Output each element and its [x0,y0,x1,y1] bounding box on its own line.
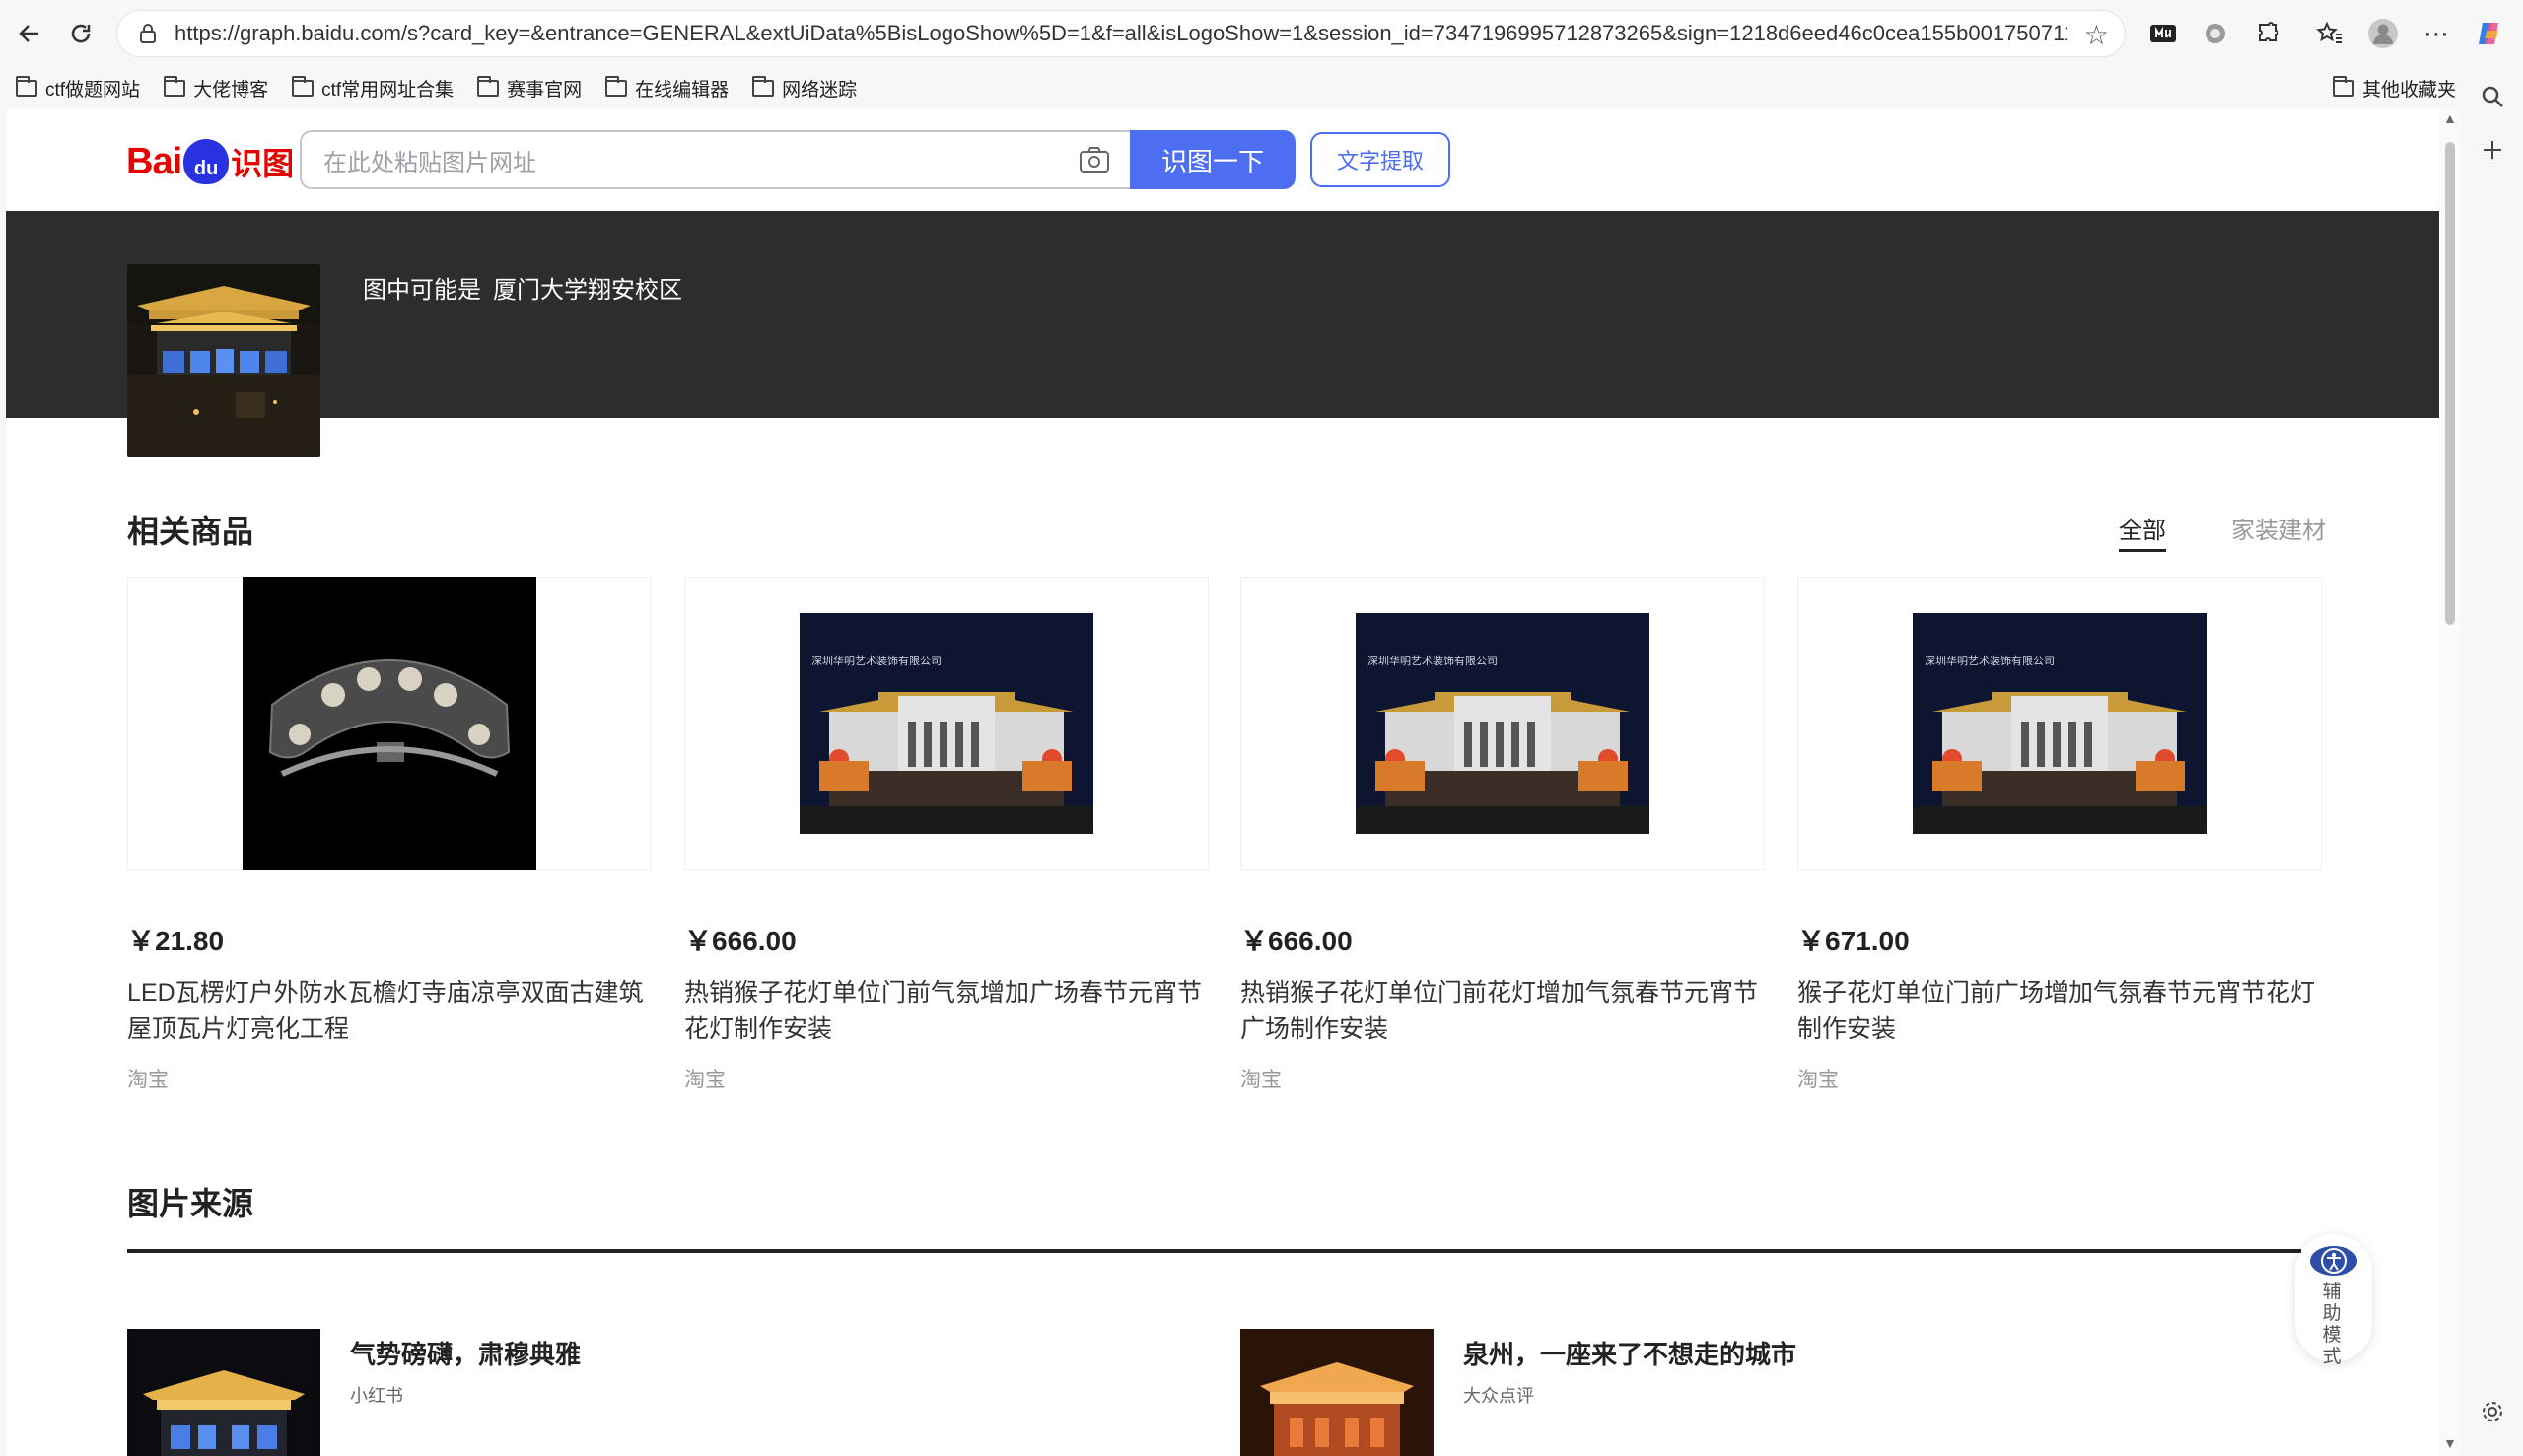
source-item[interactable]: 气势磅礴，肃穆典雅 小红书 [127,1329,1113,1456]
recognition-result: 图中可能是 厦门大学翔安校区 [363,270,682,305]
folder-icon [477,75,500,97]
text-extract-button[interactable]: 文字提取 [1310,132,1450,187]
search-image-button[interactable]: 识图一下 [1130,130,1296,189]
scroll-up-arrow-icon[interactable]: ▲ [2443,110,2457,126]
source-site: 小红书 [350,1386,403,1406]
source-site: 大众点评 [1463,1386,1534,1406]
product-card[interactable]: 深圳华明艺术装饰有限公司 ￥666.00 热销猴子花灯单位门前花灯增加气氛春节元… [1240,577,1765,1093]
source-thumbnail[interactable] [127,1329,320,1456]
folder-icon [2332,75,2354,97]
address-bar[interactable]: https://graph.baidu.com/s?card_key=&entr… [116,10,2126,57]
product-source: 淘宝 [127,1069,169,1091]
camera-icon[interactable] [1079,146,1110,173]
bookmark-folder[interactable]: 网络迷踪 [752,75,857,102]
profile-avatar-icon[interactable] [2365,16,2401,51]
add-icon[interactable] [2473,130,2512,170]
folder-icon [752,75,775,97]
page-viewport: Bai du 识图 在此处粘贴图片网址 识图一下 文字提取 图中可能是 厦门大学… [6,108,2461,1456]
section-divider [127,1249,2301,1253]
browser-toolbar: https://graph.baidu.com/s?card_key=&entr… [0,0,2523,67]
product-title[interactable]: 热销猴子花灯单位门前气氛增加广场春节元宵节花灯制作安装 [684,975,1209,1048]
source-thumbnail[interactable] [1240,1329,1434,1456]
product-source: 淘宝 [684,1069,726,1091]
extensions-puzzle-icon[interactable] [2251,16,2286,51]
source-title[interactable]: 泉州，一座来了不想走的城市 [1463,1335,1796,1371]
product-source: 淘宝 [1240,1069,1282,1091]
filter-tab-all[interactable]: 全部 [2119,511,2166,552]
related-products-title: 相关商品 [127,514,254,549]
source-item[interactable]: 泉州，一座来了不想走的城市 大众点评 [1240,1329,2226,1456]
product-card[interactable]: 深圳华明艺术装饰有限公司 ￥666.00 热销猴子花灯单位门前气氛增加广场春节元… [684,577,1209,1093]
reload-icon[interactable] [61,14,101,53]
image-sources-title: 图片来源 [127,1186,254,1221]
image-watermark: 深圳华明艺术装饰有限公司 [1367,654,1498,667]
image-watermark: 深圳华明艺术装饰有限公司 [811,654,942,667]
image-url-input[interactable]: 在此处粘贴图片网址 [300,130,1130,189]
logo-text-shitu: 识图 [231,146,295,181]
product-price: ￥666.00 [1240,926,1353,956]
product-image[interactable]: 深圳华明艺术装饰有限公司 [1240,577,1765,870]
baidu-shitu-logo[interactable]: Bai du 识图 [126,134,294,189]
url-text[interactable]: https://graph.baidu.com/s?card_key=&entr… [175,21,2067,46]
favorite-star-icon[interactable]: ☆ [2084,19,2109,51]
product-price: ￥21.80 [127,926,225,956]
product-card[interactable]: ￥21.80 LED瓦楞灯户外防水瓦檐灯寺庙凉亭双面古建筑屋顶瓦片灯亮化工程 淘… [127,577,652,1093]
accessibility-mode-button[interactable]: 辅助模式 [2295,1234,2372,1367]
product-source: 淘宝 [1797,1069,1839,1091]
product-price: ￥671.00 [1797,926,1910,956]
accessibility-label: 辅助模式 [2322,1282,2346,1367]
search-placeholder: 在此处粘贴图片网址 [323,149,536,176]
bookmarks-bar: ctf做题网站 大佬博客 ctf常用网址合集 赛事官网 在线编辑器 网络迷踪 其… [0,67,2523,108]
product-title[interactable]: LED瓦楞灯户外防水瓦檐灯寺庙凉亭双面古建筑屋顶瓦片灯亮化工程 [127,975,652,1048]
query-image-thumbnail[interactable] [127,264,320,457]
result-banner [6,211,2439,418]
bookmark-folder[interactable]: 赛事官网 [477,75,582,102]
product-title[interactable]: 热销猴子花灯单位门前花灯增加气氛春节元宵节广场制作安装 [1240,975,1765,1048]
copilot-icon[interactable] [2472,16,2507,51]
folder-icon [292,75,315,97]
reading-mode-icon[interactable] [2145,16,2181,51]
filter-tab-home-building[interactable]: 家装建材 [2231,511,2326,545]
circle-extension-icon[interactable] [2198,16,2233,51]
product-title[interactable]: 猴子花灯单位门前广场增加气氛春节元宵节花灯制作安装 [1797,975,2322,1048]
source-title[interactable]: 气势磅礴，肃穆典雅 [350,1335,581,1371]
bookmark-folder[interactable]: 在线编辑器 [605,75,729,102]
product-image[interactable]: 深圳华明艺术装饰有限公司 [684,577,1209,870]
product-price: ￥666.00 [684,926,797,956]
product-card[interactable]: 深圳华明艺术装饰有限公司 ￥671.00 猴子花灯单位门前广场增加气氛春节元宵节… [1797,577,2322,1093]
folder-icon [605,75,628,97]
product-image[interactable] [127,577,652,870]
folder-icon [16,75,37,97]
site-info-icon[interactable] [133,19,163,48]
back-arrow-icon[interactable] [10,14,49,53]
recognized-place-link[interactable]: 厦门大学翔安校区 [493,277,682,304]
scrollbar-thumb[interactable] [2445,142,2455,625]
logo-text-bai: Bai [126,140,182,182]
browser-sidebar [2461,67,2523,1456]
product-image[interactable]: 深圳华明艺术装饰有限公司 [1797,577,2322,870]
search-icon[interactable] [2473,77,2512,116]
bookmark-folder[interactable]: 大佬博客 [164,75,268,102]
more-options-icon[interactable]: ⋯ [2418,16,2454,51]
favorites-icon[interactable] [2312,16,2348,51]
page-scrollbar[interactable]: ▲ ▼ [2439,108,2461,1456]
folder-icon [164,75,186,97]
image-watermark: 深圳华明艺术装饰有限公司 [1925,654,2055,667]
settings-gear-icon[interactable] [2473,1392,2512,1431]
scroll-down-arrow-icon[interactable]: ▼ [2443,1435,2457,1451]
accessibility-icon [2310,1246,2357,1276]
bookmark-folder[interactable]: ctf常用网址合集 [292,75,454,102]
bookmark-folder[interactable]: ctf做题网站 [16,75,140,102]
maybe-label: 图中可能是 [363,277,481,304]
logo-paw-icon: du [183,139,230,184]
other-favorites-folder[interactable]: 其他收藏夹 [2332,67,2456,108]
baidu-header: Bai du 识图 在此处粘贴图片网址 识图一下 文字提取 [6,108,2439,211]
